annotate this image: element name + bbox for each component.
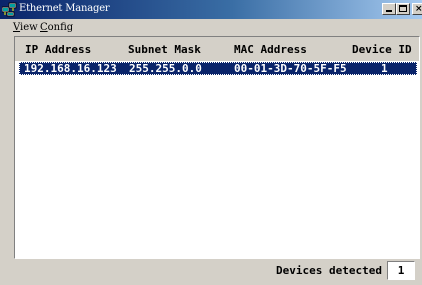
- cell-mac-address: 00-01-3D-70-5F-F5: [234, 62, 347, 75]
- devices-detected-count: 1: [397, 264, 405, 277]
- maximize-icon: [399, 5, 407, 12]
- minimize-icon: [386, 10, 392, 12]
- menu-view-label: iew: [20, 22, 38, 33]
- column-header-mac-address[interactable]: MAC Address: [234, 43, 307, 56]
- minimize-button[interactable]: [382, 3, 396, 15]
- menu-config-mnemonic: C: [40, 22, 48, 33]
- device-row[interactable]: 192.168.16.123 255.255.0.0 00-01-3D-70-5…: [19, 62, 417, 75]
- column-header-device-id[interactable]: Device ID: [352, 43, 412, 56]
- menu-config-label: onfig: [47, 22, 74, 33]
- cell-device-id: 1: [381, 62, 388, 75]
- cell-subnet-mask: 255.255.0.0: [129, 62, 202, 75]
- status-bar: Devices detected 1: [0, 259, 422, 285]
- menu-bar: View Config: [0, 19, 422, 36]
- title-bar[interactable]: Ethernet Manager ×: [0, 0, 422, 19]
- close-button[interactable]: ×: [412, 3, 422, 15]
- devices-detected-count-box: 1: [387, 261, 415, 280]
- menu-view-mnemonic: V: [13, 22, 21, 33]
- network-computers-icon: [2, 2, 17, 17]
- menu-config[interactable]: Config: [40, 22, 73, 33]
- devices-detected-label: Devices detected: [276, 264, 382, 277]
- cell-ip-address: 192.168.16.123: [24, 62, 117, 75]
- list-header: IP Address Subnet Mask MAC Address Devic…: [15, 37, 419, 61]
- maximize-button[interactable]: [396, 3, 410, 15]
- window-title: Ethernet Manager: [19, 3, 110, 14]
- column-header-subnet-mask[interactable]: Subnet Mask: [128, 43, 201, 56]
- ethernet-manager-window: Ethernet Manager × View Config IP Addres…: [0, 0, 422, 285]
- menu-view[interactable]: View: [13, 22, 38, 33]
- device-list[interactable]: IP Address Subnet Mask MAC Address Devic…: [14, 36, 420, 259]
- close-icon: ×: [415, 4, 422, 14]
- column-header-ip-address[interactable]: IP Address: [25, 43, 91, 56]
